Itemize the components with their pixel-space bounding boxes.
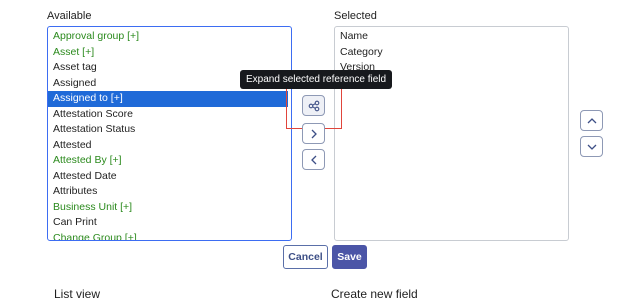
move-up-button[interactable] [580,110,603,131]
available-list-item[interactable]: Assigned to [+] [48,91,288,107]
available-list-item[interactable]: Attested [48,138,291,154]
chevron-right-icon [309,128,319,140]
chevron-up-icon [586,116,598,126]
move-down-button[interactable] [580,136,603,157]
selected-label: Selected [334,10,377,22]
tooltip: Expand selected reference field [240,70,393,89]
available-list-item[interactable]: Can Print [48,215,291,231]
selected-list-items: Name Category Version [335,27,568,76]
add-to-selected-button[interactable] [302,123,325,144]
available-list[interactable]: Approval group [+] Asset [+] Asset tag Assi… [47,26,292,241]
available-list-item[interactable]: Attestation Status [48,122,291,138]
available-list-item[interactable]: Asset [+] [48,45,291,61]
available-list-item[interactable]: Attested Date [48,169,291,185]
hierarchy-icon [308,100,320,112]
selected-list[interactable]: Name Category Version [334,26,569,241]
available-list-item[interactable]: Business Unit [+] [48,200,291,216]
available-list-item[interactable]: Attested By [+] [48,153,291,169]
available-list-items: Approval group [+] Asset [+] Asset tag Assi… [48,27,291,241]
available-list-item[interactable]: Approval group [+] [48,29,291,45]
create-new-field-heading: Create new field [331,287,418,301]
available-list-item[interactable]: Attestation Score [48,107,291,123]
list-view-heading: List view [54,287,101,301]
chevron-down-icon [586,142,598,152]
cancel-button[interactable]: Cancel [283,245,328,269]
expand-reference-button[interactable] [302,95,325,116]
selected-list-item[interactable]: Category [335,45,568,61]
available-list-item[interactable]: Attributes [48,184,291,200]
remove-from-selected-button[interactable] [302,149,325,170]
save-button[interactable]: Save [332,245,367,269]
available-list-item[interactable]: Change Group [+] [48,231,291,241]
selected-list-item[interactable]: Name [335,29,568,45]
chevron-left-icon [309,154,319,166]
available-label: Available [47,10,92,22]
